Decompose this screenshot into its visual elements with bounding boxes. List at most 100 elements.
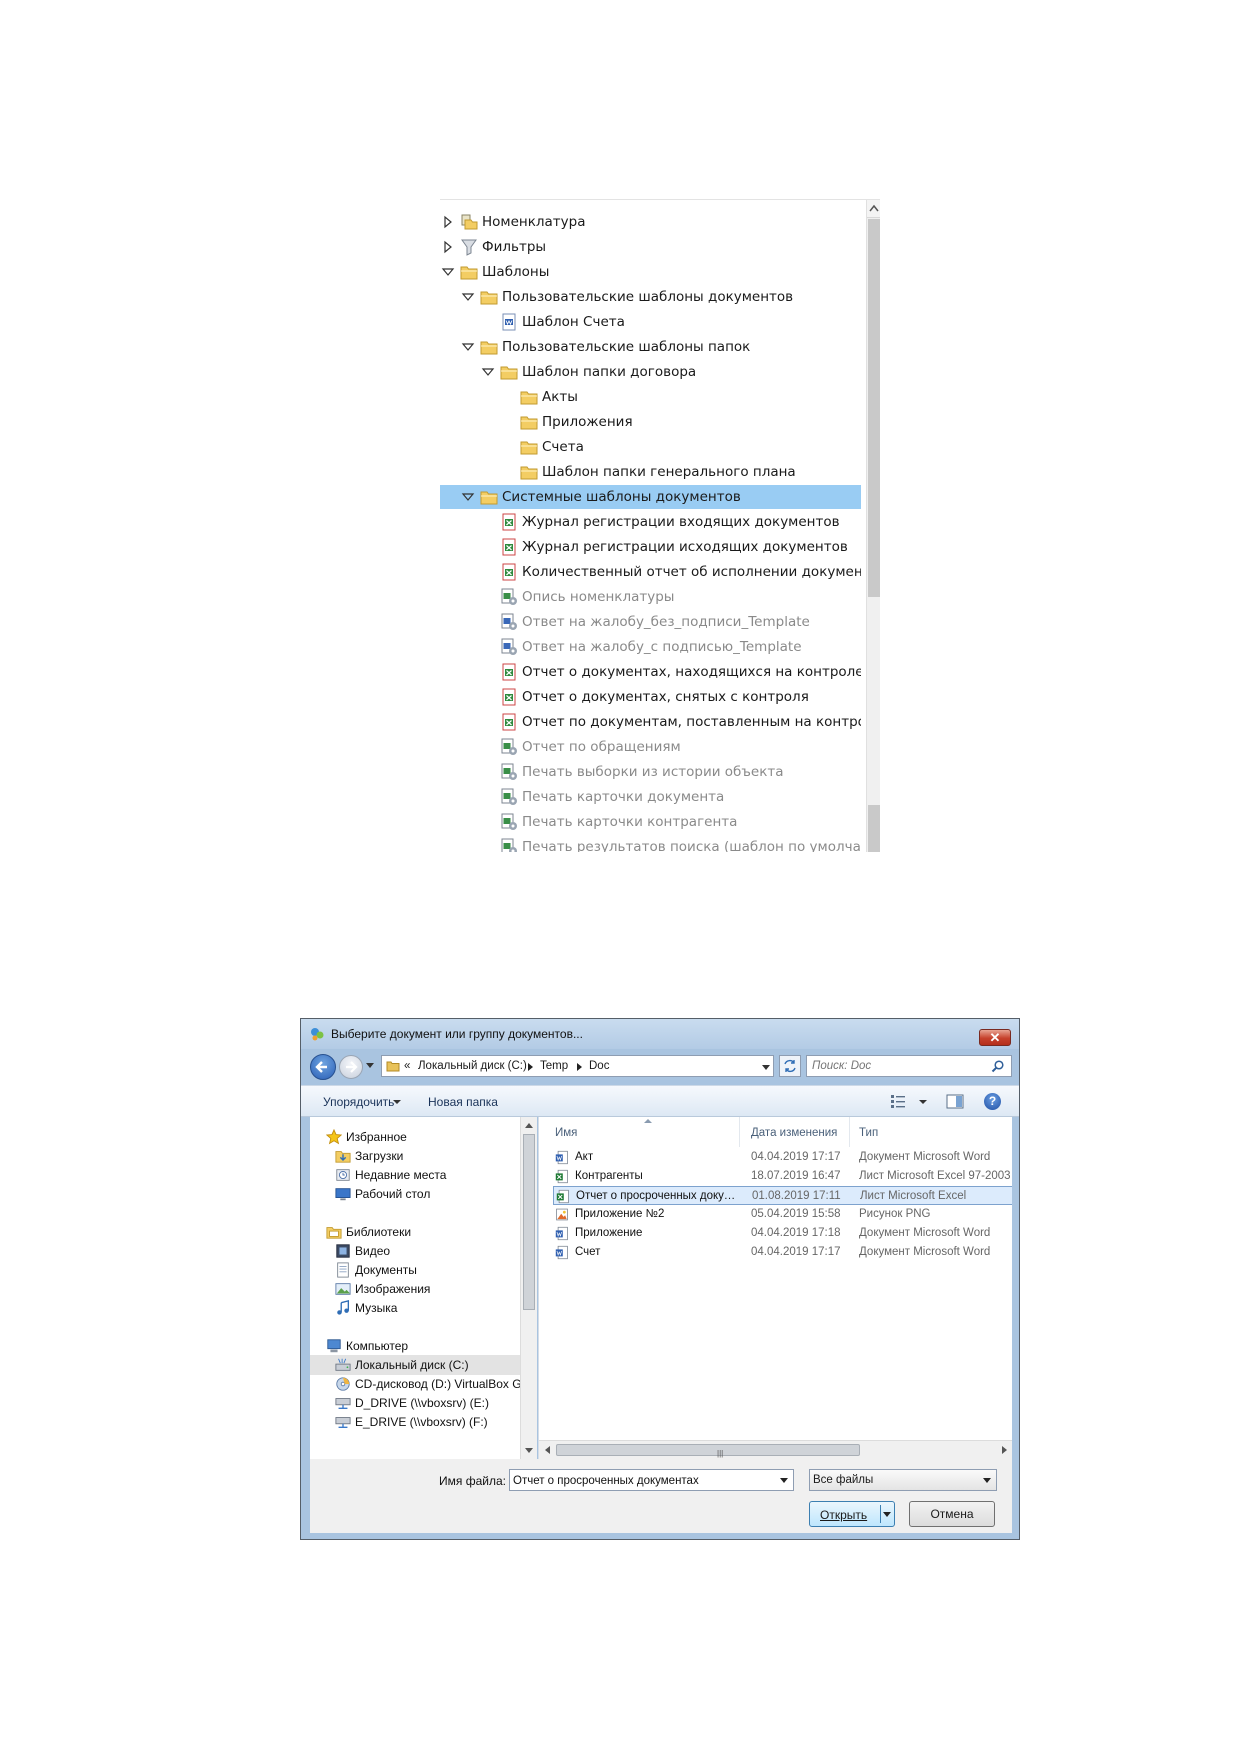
file-row[interactable]: Акт 04.04.2019 17:17 Документ Microsoft Wo… xyxy=(553,1148,1012,1167)
view-dropdown-icon[interactable] xyxy=(919,1100,927,1104)
column-divider[interactable] xyxy=(849,1117,850,1147)
address-segment-temp[interactable]: Temp xyxy=(540,1060,568,1072)
collapsed-triangle-icon[interactable] xyxy=(441,215,455,229)
expanded-triangle-icon[interactable] xyxy=(441,265,455,279)
forward-button[interactable] xyxy=(339,1055,363,1079)
open-button[interactable]: Открыть xyxy=(809,1501,895,1527)
scroll-up-arrow-icon[interactable] xyxy=(525,1123,533,1128)
tree-item[interactable]: Системные шаблоны документов xyxy=(440,485,861,509)
file-type-filter-select[interactable]: Все файлы xyxy=(809,1469,997,1491)
scroll-down-arrow-icon[interactable] xyxy=(525,1448,533,1453)
back-button[interactable] xyxy=(310,1054,336,1080)
nav-item[interactable]: Недавние места xyxy=(310,1165,520,1185)
tree-item[interactable]: Приложения xyxy=(440,410,861,434)
nav-item[interactable]: Рабочий стол xyxy=(310,1184,520,1204)
expanded-triangle-icon[interactable] xyxy=(461,290,475,304)
search-box[interactable] xyxy=(806,1055,1012,1077)
address-segment-doc[interactable]: Doc xyxy=(589,1060,609,1072)
tree-item[interactable]: Ответ на жалобу_с подписью_Template xyxy=(440,635,861,659)
nav-item[interactable]: Избранное xyxy=(310,1127,520,1147)
preview-pane-icon[interactable] xyxy=(946,1094,964,1109)
collapsed-triangle-icon[interactable] xyxy=(441,240,455,254)
tree-scroll-thumb[interactable] xyxy=(868,219,880,597)
tree-item[interactable]: Отчет о документах, находящихся на контр… xyxy=(440,660,861,684)
tree-item[interactable]: Журнал регистрации исходящих документов xyxy=(440,535,861,559)
tree-item[interactable]: Пользовательские шаблоны папок xyxy=(440,335,861,359)
nav-scroll-thumb[interactable] xyxy=(523,1134,535,1310)
tree-item[interactable]: Акты xyxy=(440,385,861,409)
new-folder-button[interactable]: Новая папка xyxy=(428,1095,498,1109)
nav-item[interactable]: Локальный диск (C:) xyxy=(310,1355,520,1375)
address-overflow-chevron[interactable]: « xyxy=(404,1060,410,1072)
file-row[interactable]: Счет 04.04.2019 17:17 Документ Microsoft W… xyxy=(553,1243,1012,1262)
scroll-up-arrow-icon[interactable] xyxy=(867,200,880,218)
close-button[interactable]: ✕ xyxy=(979,1029,1011,1046)
expanded-triangle-icon[interactable] xyxy=(461,490,475,504)
file-list-horizontal-scrollbar[interactable]: ||| xyxy=(539,1440,1012,1459)
tree-item[interactable]: Шаблоны xyxy=(440,260,861,284)
tree-item[interactable]: Отчет о документах, снятых с контроля xyxy=(440,685,861,709)
tree-item[interactable]: Ответ на жалобу_без_подписи_Template xyxy=(440,610,861,634)
filename-dropdown-icon[interactable] xyxy=(780,1478,788,1483)
nav-item[interactable]: D_DRIVE (\\vboxsrv) (E:) xyxy=(310,1393,520,1413)
column-divider[interactable] xyxy=(739,1117,740,1147)
cancel-button[interactable]: Отмена xyxy=(909,1501,995,1527)
history-dropdown-icon[interactable] xyxy=(366,1063,374,1068)
tree-item[interactable]: Печать результатов поиска (шаблон по умо… xyxy=(440,835,861,852)
scroll-left-arrow-icon[interactable] xyxy=(545,1446,550,1454)
search-icon[interactable] xyxy=(991,1059,1005,1073)
tree-item[interactable]: Счета xyxy=(440,435,861,459)
refresh-button[interactable] xyxy=(779,1055,801,1077)
tree-item[interactable]: Фильтры xyxy=(440,235,861,259)
nav-item[interactable]: Загрузки xyxy=(310,1146,520,1166)
column-header-date[interactable]: Дата изменения xyxy=(751,1127,837,1139)
nav-item[interactable]: Компьютер xyxy=(310,1336,520,1356)
address-segment-drive[interactable]: Локальный диск (C:) xyxy=(418,1060,527,1072)
tree-vertical-scrollbar[interactable] xyxy=(866,200,880,852)
tree-item[interactable]: Печать карточки документа xyxy=(440,785,861,809)
tree-item[interactable]: Номенклатура xyxy=(440,210,861,234)
nav-item[interactable]: Видео xyxy=(310,1241,520,1261)
file-row[interactable]: Контрагенты 18.07.2019 16:47 Лист Microsof… xyxy=(553,1167,1012,1186)
dialog-titlebar[interactable]: Выберите документ или группу документов.… xyxy=(301,1019,1019,1049)
tree-item[interactable]: Пользовательские шаблоны документов xyxy=(440,285,861,309)
expanded-triangle-icon[interactable] xyxy=(461,340,475,354)
tree-item[interactable]: Журнал регистрации входящих документов xyxy=(440,510,861,534)
tree-item[interactable]: Количественный отчет об исполнении докум… xyxy=(440,560,861,584)
scroll-right-arrow-icon[interactable] xyxy=(1002,1446,1007,1454)
change-view-icon[interactable] xyxy=(890,1094,906,1108)
tree-item[interactable]: Шаблон папки договора xyxy=(440,360,861,384)
tree-item[interactable]: Опись номенклатуры xyxy=(440,585,861,609)
column-header-type[interactable]: Тип xyxy=(859,1127,878,1139)
filename-input[interactable] xyxy=(513,1473,763,1489)
nav-item[interactable]: Музыка xyxy=(310,1298,520,1318)
nav-item[interactable]: Документы xyxy=(310,1260,520,1280)
file-row[interactable]: Приложение 04.04.2019 17:18 Документ Micro… xyxy=(553,1224,1012,1243)
address-dropdown-icon[interactable] xyxy=(762,1065,770,1070)
tree-item[interactable]: Отчет по документам, поставленным на кон… xyxy=(440,710,861,734)
tree-item[interactable]: Шаблон Счета xyxy=(440,310,861,334)
tree-item[interactable]: Шаблон папки генерального плана xyxy=(440,460,861,484)
organize-dropdown-icon[interactable] xyxy=(393,1100,401,1104)
column-header-name[interactable]: Имя xyxy=(555,1127,577,1139)
file-row[interactable]: Отчет о просроченных документах 01.08.201… xyxy=(553,1186,1012,1205)
file-row[interactable]: Приложение №2 05.04.2019 15:58 Рисунок PNG xyxy=(553,1205,1012,1224)
nav-item[interactable]: E_DRIVE (\\vboxsrv) (F:) xyxy=(310,1412,520,1432)
nav-vertical-scrollbar[interactable] xyxy=(520,1117,537,1459)
horizontal-scroll-thumb[interactable]: ||| xyxy=(556,1444,860,1458)
tree-item[interactable]: Печать выборки из истории объекта xyxy=(440,760,861,784)
filename-combobox[interactable] xyxy=(509,1469,794,1491)
help-icon[interactable]: ? xyxy=(984,1093,1001,1110)
open-options-dropdown-icon[interactable] xyxy=(883,1512,891,1517)
nav-item[interactable]: Изображения xyxy=(310,1279,520,1299)
nav-item[interactable]: Библиотеки xyxy=(310,1222,520,1242)
nav-item[interactable]: CD-дисковод (D:) VirtualBox Guest Additi… xyxy=(310,1374,520,1394)
address-separator-icon[interactable] xyxy=(528,1063,533,1071)
tree-item[interactable]: Отчет по обращениям xyxy=(440,735,861,759)
address-bar[interactable]: « Локальный диск (C:) Temp Doc xyxy=(381,1055,774,1077)
expanded-triangle-icon[interactable] xyxy=(481,365,495,379)
search-input[interactable] xyxy=(812,1058,982,1074)
address-separator-icon[interactable] xyxy=(577,1063,582,1071)
tree-item[interactable]: Печать карточки контрагента xyxy=(440,810,861,834)
organize-button[interactable]: Упорядочить xyxy=(323,1095,394,1109)
